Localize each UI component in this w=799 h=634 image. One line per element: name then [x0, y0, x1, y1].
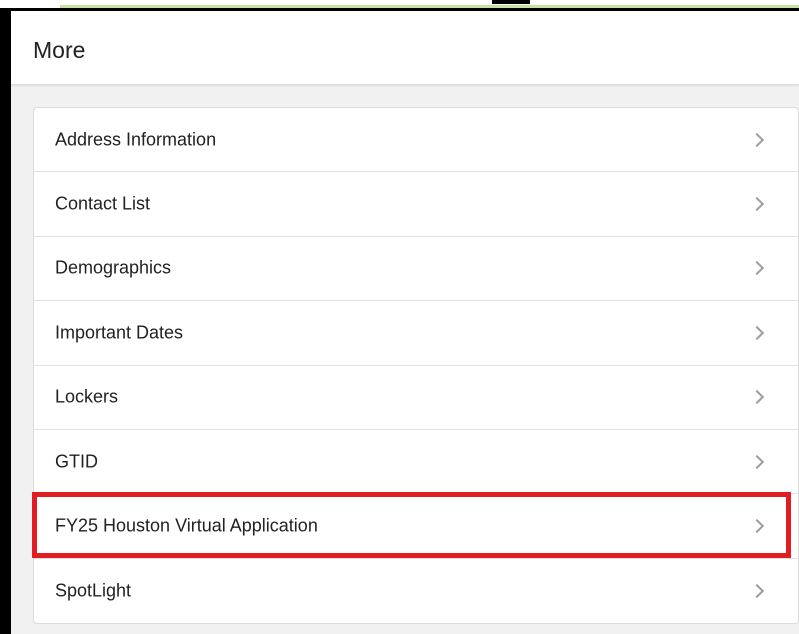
menu-item-label: GTID [55, 451, 98, 472]
top-strip [0, 0, 799, 8]
menu-item-label: FY25 Houston Virtual Application [55, 515, 318, 536]
more-menu-list: Address Information Contact List Demogra… [33, 107, 799, 624]
chevron-right-icon [749, 132, 765, 147]
page-header: More [11, 11, 799, 85]
chevron-right-icon [749, 454, 765, 469]
chevron-right-icon [749, 197, 765, 212]
top-mark [492, 0, 530, 4]
chevron-right-icon [749, 518, 765, 534]
app-window: More Address Information Contact List De… [11, 11, 799, 634]
menu-item-label: Contact List [55, 193, 151, 214]
chevron-right-icon [749, 261, 765, 276]
menu-item-fy25-houston-virtual-application[interactable]: FY25 Houston Virtual Application [34, 494, 798, 559]
menu-item-label: Address Information [55, 129, 217, 150]
menu-item-lockers[interactable]: Lockers [34, 366, 798, 430]
menu-item-demographics[interactable]: Demographics [34, 237, 798, 302]
top-accent-line [60, 5, 799, 8]
page-title: More [33, 37, 86, 63]
menu-item-label: SpotLight [55, 580, 132, 601]
menu-item-address-information[interactable]: Address Information [34, 108, 798, 173]
menu-item-important-dates[interactable]: Important Dates [34, 301, 798, 366]
chevron-right-icon [749, 390, 765, 405]
menu-item-label: Important Dates [55, 322, 184, 343]
menu-item-spotlight[interactable]: SpotLight [34, 559, 798, 623]
menu-item-contact-list[interactable]: Contact List [34, 172, 798, 237]
chevron-right-icon [749, 583, 765, 598]
menu-item-gtid[interactable]: GTID [34, 430, 798, 495]
menu-item-label: Lockers [55, 386, 119, 407]
menu-item-label: Demographics [55, 257, 172, 278]
chevron-right-icon [749, 325, 765, 340]
